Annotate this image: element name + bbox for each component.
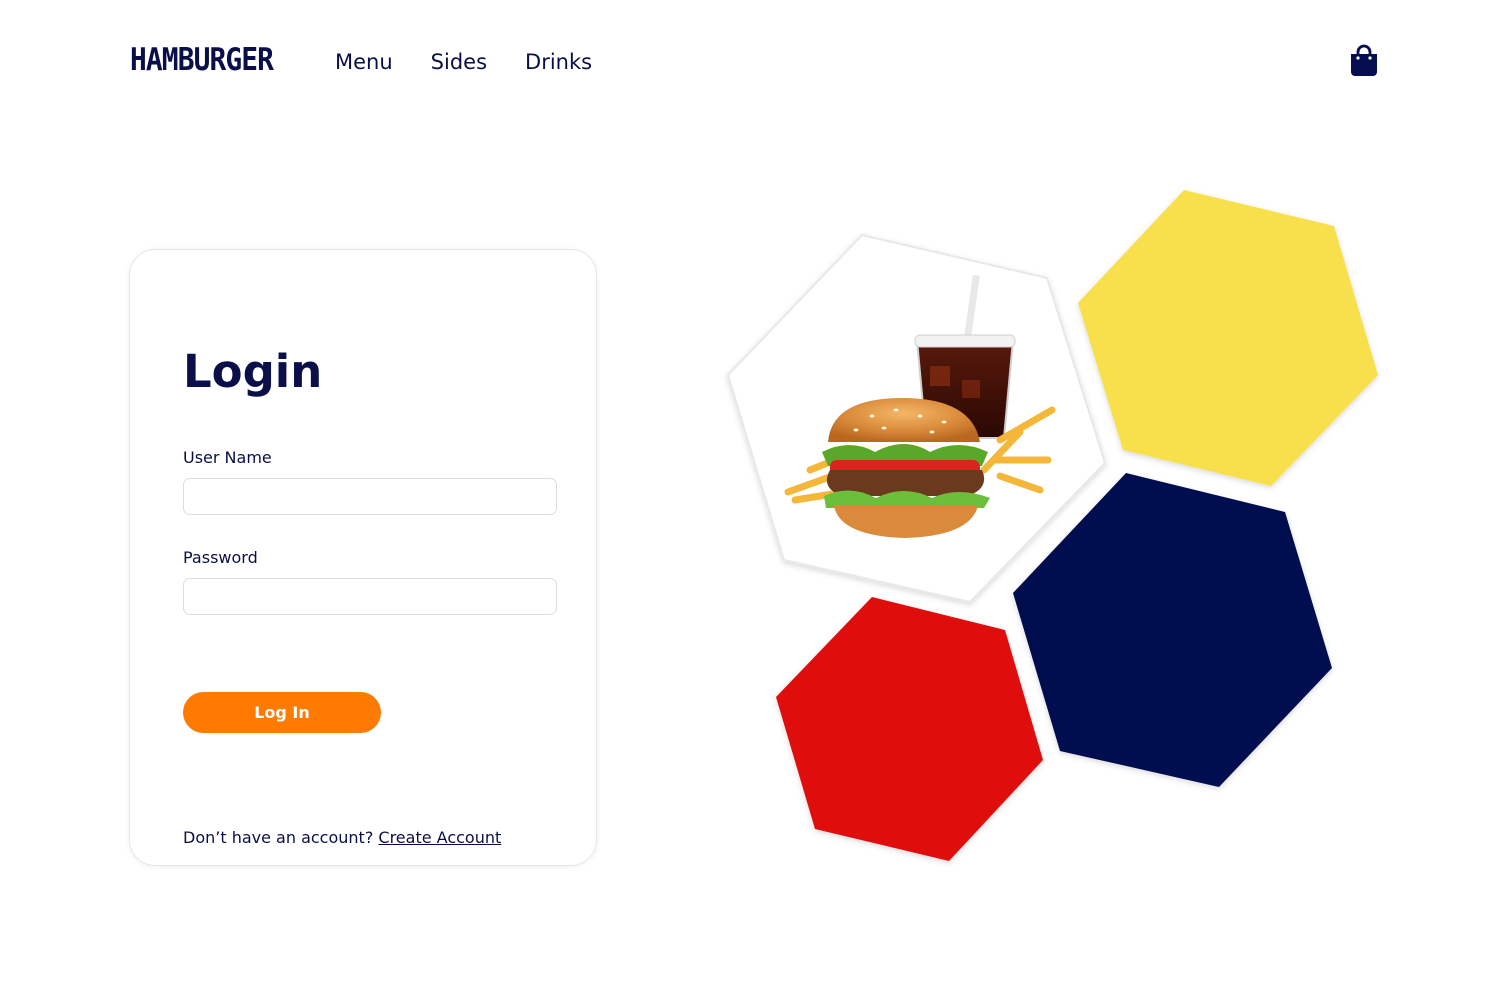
login-title: Login — [183, 345, 323, 398]
login-button[interactable]: Log In — [183, 692, 381, 733]
nav-item-menu[interactable]: Menu — [335, 50, 393, 74]
password-input[interactable] — [183, 578, 557, 615]
main-nav: Menu Sides Drinks — [335, 50, 592, 74]
yellow-hexagon — [1078, 190, 1378, 486]
navy-hexagon — [1013, 473, 1332, 787]
hexagon-artwork — [726, 190, 1378, 861]
login-card: Login User Name Password Log In Don’t ha… — [129, 249, 597, 866]
red-hexagon — [776, 597, 1043, 861]
password-label: Password — [183, 548, 258, 567]
shopping-bag-icon[interactable] — [1348, 43, 1380, 77]
username-input[interactable] — [183, 478, 557, 515]
nav-item-drinks[interactable]: Drinks — [525, 50, 592, 74]
signup-prompt-text: Don’t have an account? — [183, 828, 374, 847]
signup-prompt: Don’t have an account? Create Account — [183, 828, 501, 847]
username-label: User Name — [183, 448, 272, 467]
brand-logo[interactable]: HAMBURGER — [130, 42, 274, 78]
create-account-link[interactable]: Create Account — [378, 828, 501, 847]
nav-item-sides[interactable]: Sides — [431, 50, 487, 74]
